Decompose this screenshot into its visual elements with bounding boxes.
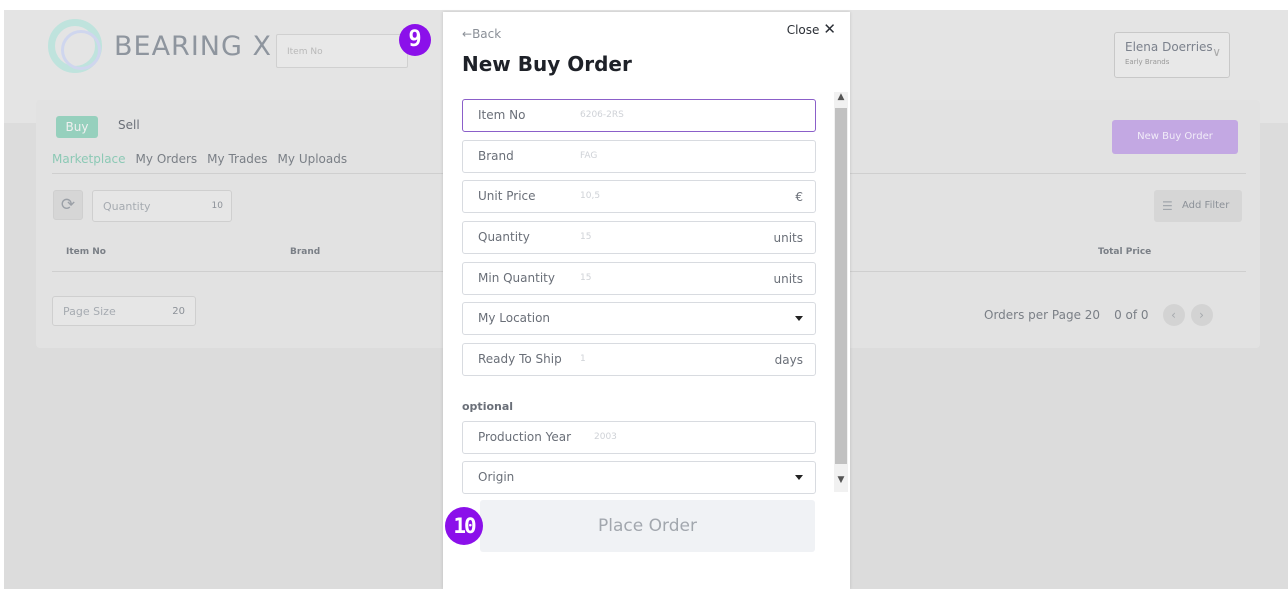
chevron-left-icon[interactable]: ‹ — [1162, 304, 1185, 326]
tab-bar: Marketplace My Orders My Trades My Uploa… — [52, 152, 347, 166]
new-buy-order-modal: ←Back Close ✕ New Buy Order Item No 6206-… — [443, 12, 850, 589]
field-value: 15 — [580, 273, 592, 283]
sell-toggle[interactable]: Sell — [118, 118, 140, 132]
add-filter-button[interactable]: ☰ Add Filter — [1154, 190, 1242, 222]
field-label: Origin — [478, 470, 515, 484]
new-buy-order-button[interactable]: New Buy Order — [1112, 120, 1238, 154]
field-label: Min Quantity — [478, 271, 555, 285]
refresh-icon[interactable]: ⟳ — [53, 190, 83, 220]
field-label: Production Year — [478, 430, 572, 444]
scrollbar-thumb[interactable] — [835, 108, 847, 464]
scroll-down-icon[interactable]: ▼ — [835, 475, 847, 485]
min-quantity-field[interactable]: Min Quantity 15 units — [462, 262, 816, 295]
step-badge-9: 9 — [399, 24, 431, 56]
logo-text: BEARING X — [114, 30, 272, 62]
origin-select[interactable]: Origin — [462, 461, 816, 494]
page-size-value: 20 — [172, 306, 185, 317]
quantity-filter[interactable]: Quantity 10 — [92, 190, 232, 222]
column-header-item-no[interactable]: Item No — [66, 247, 106, 257]
column-header-total-price[interactable]: Total Price — [1098, 247, 1151, 257]
header-search-input[interactable]: Item No — [276, 34, 408, 68]
tab-my-orders[interactable]: My Orders — [136, 152, 198, 166]
caret-down-icon — [795, 316, 803, 321]
back-link[interactable]: ←Back — [462, 27, 501, 41]
field-label: Brand — [478, 149, 514, 163]
tab-my-uploads[interactable]: My Uploads — [278, 152, 348, 166]
place-order-button[interactable]: Place Order — [480, 500, 815, 552]
add-filter-label: Add Filter — [1182, 200, 1230, 211]
field-value: 1 — [580, 354, 586, 364]
scroll-up-icon[interactable]: ▲ — [835, 92, 847, 102]
pagination: Orders per Page 20 0 of 0 ‹ › — [984, 304, 1213, 326]
my-location-select[interactable]: My Location — [462, 302, 816, 335]
page-range: 0 of 0 — [1114, 308, 1149, 322]
field-unit: days — [774, 353, 803, 367]
logo-ring-icon — [48, 19, 102, 73]
field-label: Ready To Ship — [478, 352, 562, 366]
close-label: Close — [786, 23, 820, 37]
item-no-field[interactable]: Item No 6206-2RS — [462, 99, 816, 132]
field-label: My Location — [478, 311, 551, 325]
quantity-field[interactable]: Quantity 15 units — [462, 221, 816, 254]
column-header-brand[interactable]: Brand — [290, 247, 320, 257]
unit-price-field[interactable]: Unit Price 10,5 € — [462, 180, 816, 213]
caret-down-icon — [795, 475, 803, 480]
field-label: Unit Price — [478, 189, 536, 203]
optional-section-label: optional — [462, 400, 514, 413]
quantity-filter-value: 10 — [211, 201, 223, 211]
tab-my-trades[interactable]: My Trades — [207, 152, 267, 166]
chevron-down-icon: ∨ — [1212, 45, 1221, 59]
buy-toggle[interactable]: Buy — [56, 116, 98, 138]
field-unit: units — [773, 272, 803, 286]
user-company: Early Brands — [1125, 58, 1170, 66]
field-unit: units — [773, 231, 803, 245]
field-value: 2003 — [594, 432, 617, 442]
step-badge-10: 10 — [445, 507, 483, 545]
orders-per-page: Orders per Page 20 — [984, 308, 1101, 322]
tab-marketplace[interactable]: Marketplace — [52, 152, 126, 166]
brand-field[interactable]: Brand FAG — [462, 140, 816, 173]
modal-title: New Buy Order — [462, 52, 632, 76]
close-button[interactable]: Close ✕ — [787, 20, 836, 38]
field-value: 10,5 — [580, 191, 601, 201]
ready-to-ship-field[interactable]: Ready To Ship 1 days — [462, 343, 816, 376]
page-size-select[interactable]: Page Size 20 — [52, 296, 196, 326]
user-name: Elena Doerries — [1125, 40, 1213, 54]
close-icon: ✕ — [823, 20, 836, 38]
logo: BEARING X — [48, 19, 272, 73]
production-year-field[interactable]: Production Year 2003 — [462, 421, 816, 454]
field-value: FAG — [580, 151, 598, 161]
chevron-right-icon[interactable]: › — [1190, 304, 1213, 326]
field-unit: € — [795, 190, 803, 204]
arrow-left-icon: ← — [462, 27, 473, 41]
field-value: 15 — [580, 232, 592, 242]
user-menu[interactable]: Elena Doerries Early Brands ∨ — [1114, 32, 1230, 78]
filter-icon: ☰ — [1162, 199, 1173, 213]
field-value: 6206-2RS — [580, 110, 624, 120]
page-size-label: Page Size — [63, 305, 116, 318]
field-label: Quantity — [478, 230, 530, 244]
back-label: Back — [472, 27, 502, 41]
quantity-filter-label: Quantity — [103, 200, 151, 213]
field-label: Item No — [478, 108, 526, 122]
